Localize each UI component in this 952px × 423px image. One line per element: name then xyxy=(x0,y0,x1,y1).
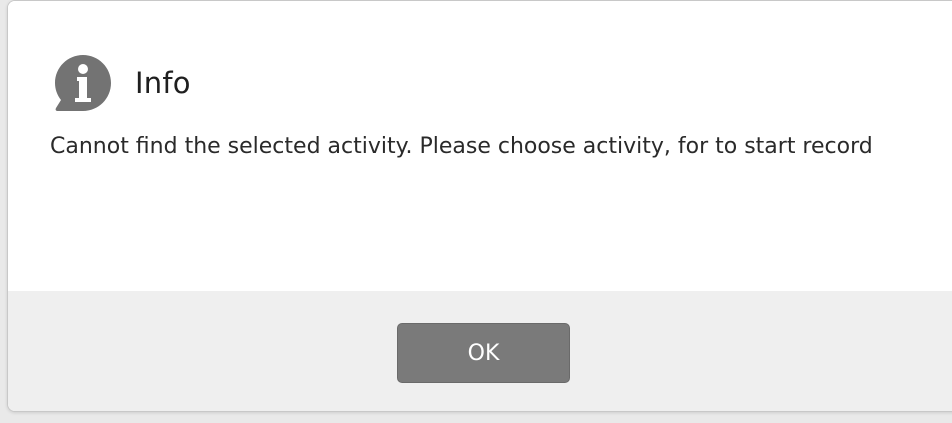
dialog-title: Info xyxy=(135,66,191,100)
dialog-header: Info xyxy=(52,52,191,114)
info-dialog: Info Cannot find the selected activity. … xyxy=(7,0,952,412)
dialog-content: Info Cannot find the selected activity. … xyxy=(8,1,952,291)
info-icon xyxy=(52,52,114,114)
dialog-footer: OK xyxy=(8,291,952,411)
ok-button[interactable]: OK xyxy=(397,323,570,383)
dialog-message: Cannot find the selected activity. Pleas… xyxy=(50,134,873,159)
